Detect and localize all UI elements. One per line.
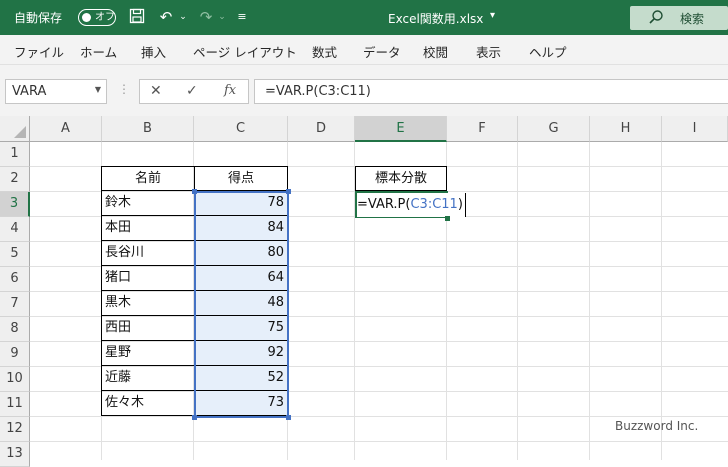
title-dropdown-icon[interactable]: ▾ xyxy=(490,10,495,21)
column-header-f[interactable]: F xyxy=(447,116,518,142)
row-header-13[interactable]: 13 xyxy=(0,442,30,467)
watermark: Buzzword Inc. xyxy=(615,419,699,433)
table-cell-name[interactable]: 近藤 xyxy=(101,366,195,391)
table-header-name[interactable]: 名前 xyxy=(101,166,195,191)
document-title: Excel関数用.xlsx xyxy=(388,12,484,26)
tab-file[interactable]: ファイル xyxy=(14,42,64,61)
row-header-1[interactable]: 1 xyxy=(0,142,30,167)
tab-insert[interactable]: 挿入 xyxy=(141,42,166,61)
toggle-text: オフ xyxy=(95,12,115,23)
search-icon xyxy=(648,9,664,29)
tab-help[interactable]: ヘルプ xyxy=(529,42,567,61)
column-header-d[interactable]: D xyxy=(288,116,355,142)
gridline xyxy=(661,142,662,460)
column-header-b[interactable]: B xyxy=(102,116,194,142)
undo-dropdown-icon[interactable]: ⌄ xyxy=(178,8,188,26)
name-box[interactable]: VARA ▼ xyxy=(5,79,107,104)
column-header-h[interactable]: H xyxy=(590,116,662,142)
column-header-c[interactable]: C xyxy=(194,116,288,142)
row-header-12[interactable]: 12 xyxy=(0,417,30,442)
table-header-score[interactable]: 得点 xyxy=(194,166,288,191)
redo-dropdown-icon[interactable]: ⌄ xyxy=(217,8,227,26)
tab-formulas[interactable]: 数式 xyxy=(312,42,337,61)
select-all-button[interactable] xyxy=(0,116,30,142)
formula-prefix: =VAR.P( xyxy=(357,197,411,212)
row-header-8[interactable]: 8 xyxy=(0,317,30,342)
column-header-i[interactable]: I xyxy=(662,116,728,142)
column-header-a[interactable]: A xyxy=(30,116,102,142)
tab-review[interactable]: 校閲 xyxy=(423,42,448,61)
row-header-5[interactable]: 5 xyxy=(0,242,30,267)
row-header-10[interactable]: 10 xyxy=(0,367,30,392)
range-handle[interactable] xyxy=(192,189,197,194)
formula-suffix: ) xyxy=(457,197,463,212)
result-label-cell[interactable]: 標本分散 xyxy=(355,166,447,191)
gridline xyxy=(30,441,728,442)
insert-function-icon[interactable]: fx xyxy=(224,83,236,98)
column-header-g[interactable]: G xyxy=(518,116,590,142)
search-box[interactable]: 検索 xyxy=(630,6,728,30)
range-handle[interactable] xyxy=(286,415,291,420)
gridline xyxy=(589,142,590,460)
tab-view[interactable]: 表示 xyxy=(476,42,501,61)
customize-qat-icon[interactable]: ≡ xyxy=(236,8,248,26)
row-header-2[interactable]: 2 xyxy=(0,167,30,192)
search-label: 検索 xyxy=(680,12,705,26)
row-header-11[interactable]: 11 xyxy=(0,392,30,417)
enter-icon[interactable]: ✓ xyxy=(186,83,198,99)
cell-edit-text[interactable]: =VAR.P(C3:C11) xyxy=(357,193,466,217)
table-cell-name[interactable]: 西田 xyxy=(101,316,195,341)
autosave-toggle[interactable]: オフ xyxy=(78,9,116,26)
select-all-icon xyxy=(14,126,26,138)
range-handle[interactable] xyxy=(286,189,291,194)
referenced-range xyxy=(194,191,289,418)
gridline xyxy=(30,416,728,417)
table-cell-name[interactable]: 猪口 xyxy=(101,266,195,291)
tab-page-layout[interactable]: ページ レイアウト xyxy=(193,42,297,61)
fill-handle[interactable] xyxy=(445,216,450,221)
table-cell-name[interactable]: 佐々木 xyxy=(101,391,195,416)
ribbon-tabs: ファイル ホーム 挿入 ページ レイアウト 数式 データ 校閲 表示 ヘルプ xyxy=(0,35,728,65)
gridline xyxy=(517,142,518,460)
tab-home[interactable]: ホーム xyxy=(80,42,117,61)
undo-icon[interactable]: ↶ xyxy=(156,8,176,26)
row-header-3[interactable]: 3 xyxy=(0,192,30,217)
toggle-knob xyxy=(82,13,91,22)
table-cell-name[interactable]: 黒木 xyxy=(101,291,195,316)
chevron-down-icon[interactable]: ▼ xyxy=(95,85,101,94)
cancel-icon[interactable]: ✕ xyxy=(150,83,162,99)
redo-icon[interactable]: ↷ xyxy=(196,8,216,26)
table-cell-name[interactable]: 本田 xyxy=(101,216,195,241)
splitter-icon[interactable]: ⋮ xyxy=(118,82,130,96)
formula-input[interactable]: =VAR.P(C3:C11) xyxy=(254,79,728,104)
table-cell-name[interactable]: 鈴木 xyxy=(101,191,195,216)
tab-data[interactable]: データ xyxy=(363,42,401,61)
name-box-value: VARA xyxy=(12,84,47,99)
row-header-7[interactable]: 7 xyxy=(0,292,30,317)
title-bar: 自動保存 オフ ↶ ⌄ ↷ ⌄ ≡ Excel関数用.xlsx ▾ 検索 xyxy=(0,0,728,35)
row-header-4[interactable]: 4 xyxy=(0,217,30,242)
table-cell-name[interactable]: 長谷川 xyxy=(101,241,195,266)
range-handle[interactable] xyxy=(192,415,197,420)
formula-text: =VAR.P(C3:C11) xyxy=(265,84,371,99)
table-cell-name[interactable]: 星野 xyxy=(101,341,195,366)
formula-bar-area: VARA ▼ ⋮ ✕ ✓ fx =VAR.P(C3:C11) xyxy=(0,65,728,116)
worksheet-grid[interactable]: A B C D E F G H I 1 2 3 4 5 6 7 8 9 10 1… xyxy=(0,116,728,467)
formula-reference: C3:C11 xyxy=(410,197,458,212)
column-header-e[interactable]: E xyxy=(355,116,447,142)
row-header-6[interactable]: 6 xyxy=(0,267,30,292)
save-icon[interactable] xyxy=(128,8,146,26)
autosave-label: 自動保存 xyxy=(14,11,63,25)
row-header-9[interactable]: 9 xyxy=(0,342,30,367)
formula-buttons: ✕ ✓ fx xyxy=(139,79,249,104)
